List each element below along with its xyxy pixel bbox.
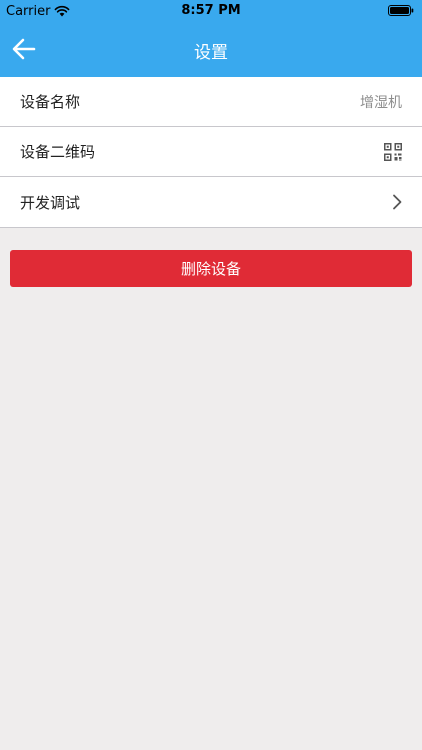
navigation-bar: 设置 <box>0 22 422 77</box>
setting-row-label: 设备二维码 <box>20 143 96 161</box>
battery-icon <box>388 5 414 16</box>
setting-row-label: 开发调试 <box>20 193 81 212</box>
setting-row-device-name[interactable]: 设备名称 增湿机 <box>0 77 422 127</box>
settings-list: 设备名称 增湿机 设备二维码 开发调试 <box>0 77 422 228</box>
setting-row-debug[interactable]: 开发调试 <box>0 177 422 228</box>
setting-row-device-qrcode[interactable]: 设备二维码 <box>0 127 422 177</box>
status-time: 8:57 PM <box>181 3 241 18</box>
device-name-value: 增湿机 <box>360 94 402 111</box>
header: Carrier 8:57 PM 设置 <box>0 0 422 77</box>
status-bar: Carrier 8:57 PM <box>0 0 422 22</box>
qr-code-icon <box>384 142 402 161</box>
chevron-right-icon <box>393 194 402 210</box>
setting-row-label: 设备名称 <box>20 93 81 111</box>
delete-device-button[interactable]: 删除设备 <box>10 250 412 287</box>
page-title: 设置 <box>194 43 228 63</box>
